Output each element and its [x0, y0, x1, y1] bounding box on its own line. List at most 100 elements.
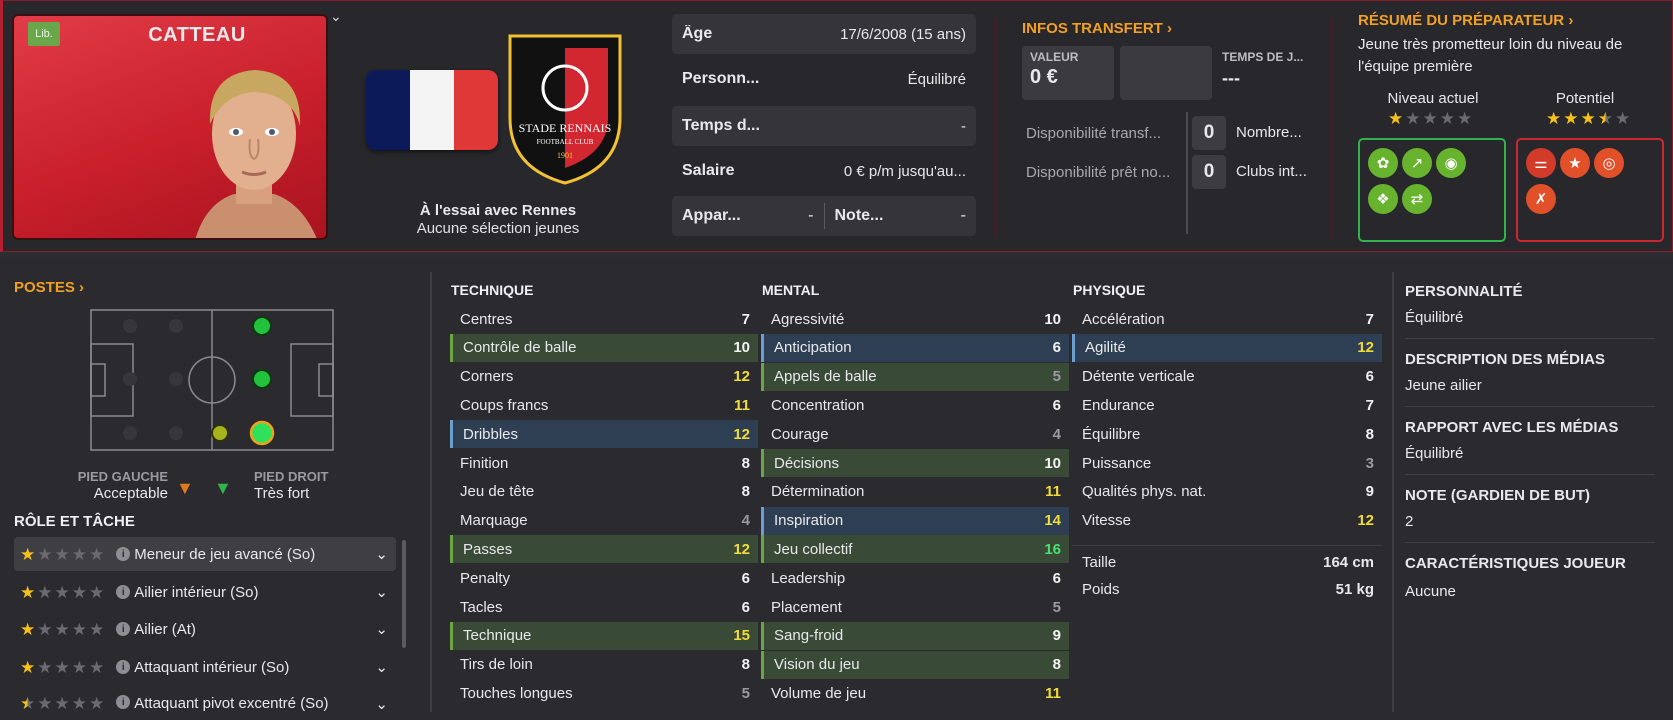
coach-report-title: RÉSUMÉ DU PRÉPARATEUR	[1358, 12, 1565, 29]
chevron-down-icon[interactable]: ⌄	[375, 620, 388, 638]
playing-time-tile: TEMPS DE J... ---	[1222, 50, 1318, 89]
attribute-name: Puissance	[1082, 454, 1152, 472]
info-icon[interactable]: i	[116, 622, 131, 636]
attribute-row[interactable]: Concentration 6	[761, 391, 1069, 419]
attribute-row[interactable]: Détente verticale 6	[1072, 363, 1382, 391]
attribute-value: 12	[1357, 339, 1374, 357]
attribute-row[interactable]: Courage 4	[761, 420, 1069, 448]
divider	[1405, 406, 1655, 407]
club-status[interactable]: À l'essai avec Rennes	[360, 202, 636, 219]
attribute-row[interactable]: Coups francs 11	[450, 391, 758, 419]
attribute-row[interactable]: Passes 12	[450, 535, 758, 564]
attribute-row[interactable]: Tacles 6	[450, 593, 758, 621]
attribute-name: Décisions	[774, 454, 840, 472]
attribute-name: Centres	[460, 310, 513, 328]
info-icon[interactable]: i	[116, 547, 131, 561]
target-icon[interactable]: ◎	[1594, 148, 1624, 178]
tackle-icon[interactable]: ✗	[1526, 184, 1556, 214]
attribute-row[interactable]: Penalty 6	[450, 564, 758, 592]
attribute-row[interactable]: Détermination 11	[761, 478, 1069, 506]
chevron-down-icon[interactable]: ⌄	[375, 658, 388, 676]
mind-icon[interactable]: ◉	[1436, 148, 1466, 178]
attribute-row[interactable]: Sang-froid 9	[761, 621, 1069, 650]
attribute-row[interactable]: Contrôle de balle 10	[450, 333, 758, 362]
attribute-row[interactable]: Anticipation 6	[761, 333, 1069, 362]
attribute-row[interactable]: Dribbles 12	[450, 420, 758, 449]
roles-scrollbar[interactable]	[402, 540, 406, 648]
attribute-row[interactable]: Tirs de loin 8	[450, 651, 758, 679]
role-row[interactable]: ★ ★ ★ ★ ★ i Attaquant intérieur (So) ⌄	[14, 650, 396, 684]
divider	[1330, 18, 1333, 238]
attribute-name: Dribbles	[463, 425, 519, 443]
attribute-name: Concentration	[771, 396, 865, 414]
attribute-row[interactable]: Équilibre 8	[1072, 420, 1382, 448]
attribute-name: Penalty	[460, 569, 511, 587]
progress-icon[interactable]: ↗	[1402, 148, 1432, 178]
attribute-row[interactable]: Appels de balle 5	[761, 362, 1069, 391]
attribute-row[interactable]: Endurance 7	[1072, 391, 1382, 419]
positions-link[interactable]: POSTES ›	[14, 279, 84, 296]
club-crest[interactable]: STADE RENNAIS FOOTBALL CLUB 1901	[500, 28, 630, 188]
chevron-right-icon: ›	[1568, 12, 1574, 29]
attribute-row[interactable]: Corners 12	[450, 363, 758, 391]
attribute-value: 4	[1052, 425, 1061, 443]
media-description-value: Jeune ailier	[1405, 377, 1482, 394]
attribute-row[interactable]: Volume de jeu 11	[761, 679, 1069, 707]
attribute-row[interactable]: Leadership 6	[761, 564, 1069, 592]
info-icon[interactable]: i	[116, 695, 131, 709]
coach-report-link[interactable]: RÉSUMÉ DU PRÉPARATEUR ›	[1358, 12, 1573, 29]
star-badge-icon[interactable]: ★	[1560, 148, 1590, 178]
attribute-row[interactable]: Centres 7	[450, 305, 758, 333]
strengths-box: ✿ ↗ ◉ ❖ ⇄	[1358, 138, 1506, 242]
player-photo: Lib. CATTEAU	[12, 14, 328, 240]
teamwork-icon[interactable]: ✿	[1368, 148, 1398, 178]
attribute-name: Détente verticale	[1082, 368, 1195, 386]
attribute-row[interactable]: Placement 5	[761, 593, 1069, 621]
attribute-value: 7	[741, 310, 750, 328]
playing-time-tile-label: TEMPS DE J...	[1222, 50, 1304, 64]
attribute-row[interactable]: Vitesse 12	[1072, 507, 1382, 535]
attribute-row[interactable]: Qualités phys. nat. 9	[1072, 478, 1382, 506]
role-row[interactable]: ★ ★ ★ ★ ★ i Ailier intérieur (So) ⌄	[14, 575, 396, 609]
info-icon[interactable]: i	[116, 585, 131, 599]
attribute-row[interactable]: Touches longues 5	[450, 679, 758, 707]
attribute-row[interactable]: Agilité 12	[1072, 333, 1382, 362]
attribute-row[interactable]: Puissance 3	[1072, 449, 1382, 477]
attribute-row[interactable]: Jeu collectif 16	[761, 535, 1069, 564]
chevron-down-icon[interactable]: ⌄	[375, 583, 388, 601]
role-row[interactable]: ★ ★ ★ ★ ★ i Ailier (At) ⌄	[14, 612, 396, 646]
chevron-down-icon[interactable]: ⌄	[330, 8, 342, 25]
star-icon: ★	[1615, 109, 1631, 128]
divider	[1072, 545, 1382, 546]
strength-icon[interactable]: ⚌	[1526, 148, 1556, 178]
attribute-value: 6	[1052, 569, 1061, 587]
chevron-down-icon[interactable]: ⌄	[375, 695, 388, 713]
attribute-row[interactable]: Vision du jeu 8	[761, 650, 1069, 679]
position-pitch[interactable]	[90, 309, 334, 451]
weight-row: Poids 51 kg	[1072, 575, 1382, 603]
role-row[interactable]: ★ ★ ★ ★ ★ i Meneur de jeu avancé (So) ⌄	[14, 537, 396, 571]
technique-icon[interactable]: ❖	[1368, 184, 1398, 214]
chevron-down-icon[interactable]: ⌄	[375, 545, 388, 563]
rating-value: -	[960, 207, 966, 224]
attribute-row[interactable]: Accélération 7	[1072, 305, 1382, 333]
attribute-value: 16	[1044, 540, 1061, 558]
attribute-row[interactable]: Agressivité 10	[761, 305, 1069, 333]
attribute-row[interactable]: Jeu de tête 8	[450, 478, 758, 506]
attribute-value: 14	[1044, 512, 1061, 530]
club-name-text: STADE RENNAIS	[519, 121, 612, 135]
role-row[interactable]: ★ ★ ★ ★ ★ i Attaquant pivot excentré (So) ⌄	[14, 687, 396, 720]
attribute-value: 4	[741, 512, 750, 530]
attribute-row[interactable]: Décisions 10	[761, 449, 1069, 477]
passing-icon[interactable]: ⇄	[1402, 184, 1432, 214]
info-icon[interactable]: i	[116, 660, 131, 674]
attribute-row[interactable]: Finition 8	[450, 449, 758, 477]
right-foot-value: Très fort	[254, 485, 310, 502]
transfer-info-link[interactable]: INFOS TRANSFERT ›	[1022, 20, 1172, 37]
attribute-row[interactable]: Marquage 4	[450, 507, 758, 535]
attribute-name: Qualités phys. nat.	[1082, 483, 1207, 501]
attribute-name: Coups francs	[460, 396, 549, 414]
interested-clubs-label: Clubs int...	[1236, 163, 1307, 180]
attribute-row[interactable]: Inspiration 14	[761, 506, 1069, 535]
attribute-row[interactable]: Technique 15	[450, 621, 758, 650]
